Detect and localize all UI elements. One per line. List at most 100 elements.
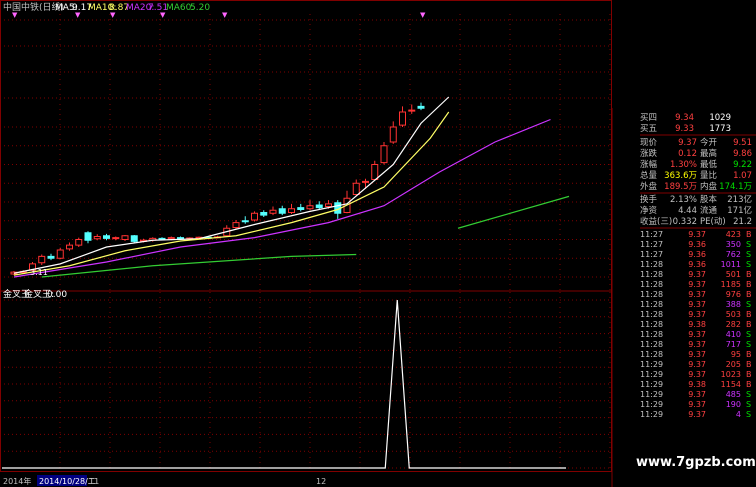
indicator-value: 0.00 <box>47 290 67 300</box>
order-label: 买五 <box>640 124 658 134</box>
trade-side: S <box>746 340 751 349</box>
candle-body <box>93 236 101 240</box>
trade-volume: 388 <box>726 300 741 309</box>
trade-time: 11:28 <box>640 310 663 319</box>
candle-body <box>325 203 332 207</box>
stat-label: 股本 <box>700 194 718 205</box>
candle-body <box>389 126 397 143</box>
trade-side: B <box>746 230 752 239</box>
trade-volume: 976 <box>726 290 741 299</box>
candle-body <box>399 111 406 126</box>
candle-body <box>112 237 120 240</box>
candle-body <box>352 182 360 195</box>
candle-body <box>408 109 416 112</box>
stat-value: 1.30% <box>670 160 697 170</box>
trade-time: 11:29 <box>640 410 663 419</box>
stat-label: 内盘 <box>700 181 718 192</box>
trade-volume: 410 <box>726 330 741 339</box>
stat-value: 174.1万 <box>719 182 752 192</box>
candle-body <box>306 205 314 210</box>
trade-volume: 717 <box>726 340 741 349</box>
watermark: www.7gpzb.com <box>636 455 756 470</box>
ma20-line <box>13 118 551 278</box>
trade-time: 11:29 <box>640 390 663 399</box>
stat-label: 净资 <box>640 205 658 216</box>
trade-side: B <box>746 320 752 329</box>
trade-side: S <box>746 250 751 259</box>
trade-price: 9.37 <box>688 230 706 239</box>
candle-body <box>167 237 175 240</box>
trade-price: 9.37 <box>688 330 706 339</box>
candle-body <box>315 204 323 209</box>
order-price: 9.33 <box>675 124 694 134</box>
trade-side: B <box>746 280 752 289</box>
stat-value: 0.12 <box>678 149 697 159</box>
stat-label: 流通 <box>700 205 718 216</box>
stat-value: 2.13% <box>670 195 697 205</box>
trade-time: 11:28 <box>640 280 663 289</box>
trade-price: 9.37 <box>688 400 706 409</box>
trade-time: 11:28 <box>640 270 663 279</box>
stat-value: 9.51 <box>733 138 752 148</box>
trade-side: B <box>746 350 752 359</box>
trade-time: 11:27 <box>640 230 663 239</box>
trade-side: S <box>746 400 751 409</box>
stat-value: 189.5万 <box>664 182 697 192</box>
candle-body <box>38 255 46 264</box>
stat-label: 涨跌 <box>640 148 658 159</box>
candle-body <box>177 237 184 240</box>
candle-body <box>241 220 249 223</box>
candle-body <box>260 212 268 216</box>
trade-price: 9.37 <box>688 280 706 289</box>
candle-body <box>121 235 129 240</box>
trade-volume: 190 <box>726 400 741 409</box>
trade-side: S <box>746 240 751 249</box>
candle-body <box>269 209 277 214</box>
ma10-line <box>13 111 450 276</box>
stat-value: 9.86 <box>733 149 752 159</box>
candle-body <box>371 164 379 180</box>
trade-price: 9.37 <box>688 290 706 299</box>
candle-body <box>288 208 295 213</box>
trade-time: 11:27 <box>640 250 663 259</box>
trade-side: B <box>746 310 752 319</box>
order-label: 买四 <box>640 113 657 123</box>
trade-price: 9.37 <box>688 410 706 419</box>
stat-label: 最低 <box>700 159 718 170</box>
stat-label: PE(动) <box>700 216 726 227</box>
stat-value: 9.37 <box>678 138 697 148</box>
trade-side: B <box>746 370 752 379</box>
candle-body <box>362 180 369 183</box>
stat-value: 0.332 <box>673 217 697 227</box>
candle-body <box>232 222 240 228</box>
order-volume: 1029 <box>709 113 731 123</box>
trade-side: S <box>746 300 751 309</box>
trade-volume: 205 <box>726 360 741 369</box>
stat-value: 171亿 <box>727 205 752 216</box>
trade-time: 11:29 <box>640 400 663 409</box>
mid-label: 12 <box>316 477 326 486</box>
trade-side: S <box>746 410 751 419</box>
trade-side: S <box>746 330 751 339</box>
date-label: 2014/10/28/二 <box>39 477 96 486</box>
trade-time: 11:27 <box>640 240 663 249</box>
trade-side: B <box>746 270 752 279</box>
stat-label: 今开 <box>700 137 718 148</box>
stat-label: 最高 <box>700 148 717 159</box>
trade-time: 11:29 <box>640 360 663 369</box>
trade-price: 9.38 <box>688 380 706 389</box>
stat-label: 换手 <box>640 194 658 205</box>
trade-price: 9.38 <box>688 320 706 329</box>
stat-value: 213亿 <box>727 194 752 205</box>
candle-body <box>297 207 305 210</box>
trade-price: 9.36 <box>688 240 706 249</box>
trade-price: 9.37 <box>688 390 706 399</box>
quote-panel: 买四 9.34 1029买五 9.33 1773现价 9.37 今开 9.51涨跌 0.12 最高… <box>611 108 756 487</box>
trade-volume: 350 <box>726 240 741 249</box>
trade-price: 9.37 <box>688 300 706 309</box>
top-marker: ▼ <box>222 11 228 19</box>
stat-label: 总量 <box>640 170 658 181</box>
trade-price: 9.36 <box>688 250 706 259</box>
trade-time: 11:28 <box>640 320 663 329</box>
stat-value: 4.44 <box>678 206 697 216</box>
